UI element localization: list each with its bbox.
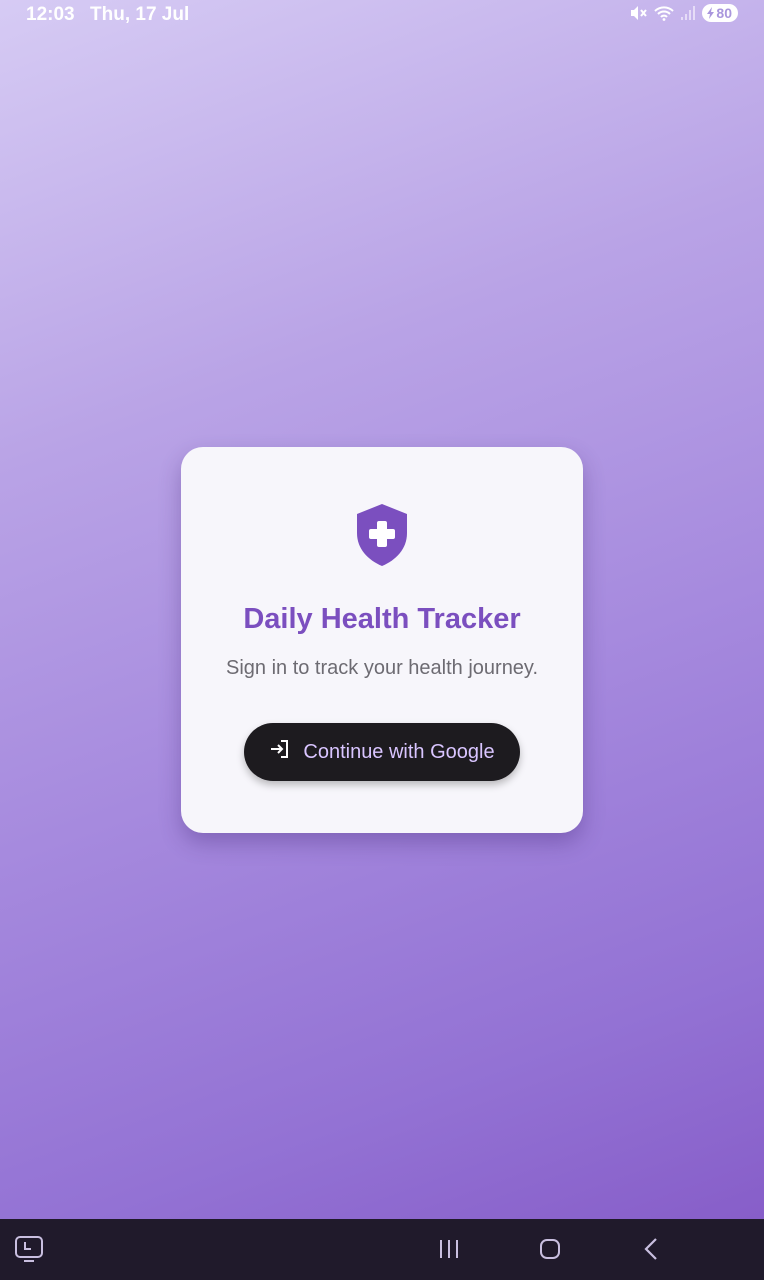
continue-with-google-label: Continue with Google — [303, 740, 495, 763]
sign-in-subtitle: Sign in to track your health journey. — [225, 657, 539, 679]
status-bar: 12:03 Thu, 17 Jul 80 — [0, 0, 764, 30]
login-card: Daily Health Tracker Sign in to track yo… — [181, 447, 583, 833]
back-icon[interactable] — [642, 1237, 662, 1266]
mute-icon — [630, 5, 648, 21]
recent-apps-icon[interactable] — [438, 1238, 460, 1265]
status-date: Thu, 17 Jul — [90, 4, 190, 25]
app-title: Daily Health Tracker — [243, 603, 521, 635]
home-icon[interactable] — [538, 1237, 562, 1266]
navigation-bar — [0, 1219, 764, 1280]
status-time: 12:03 — [26, 4, 75, 25]
screen-recorder-icon[interactable] — [14, 1235, 44, 1268]
signal-icon — [680, 5, 696, 21]
status-icons: 80 — [630, 4, 738, 22]
login-icon — [269, 738, 291, 766]
wifi-icon — [654, 5, 675, 21]
shield-plus-icon — [356, 503, 408, 572]
battery-level: 80 — [716, 5, 732, 21]
continue-with-google-button[interactable]: Continue with Google — [244, 723, 520, 781]
battery-charging-icon: 80 — [702, 4, 738, 22]
